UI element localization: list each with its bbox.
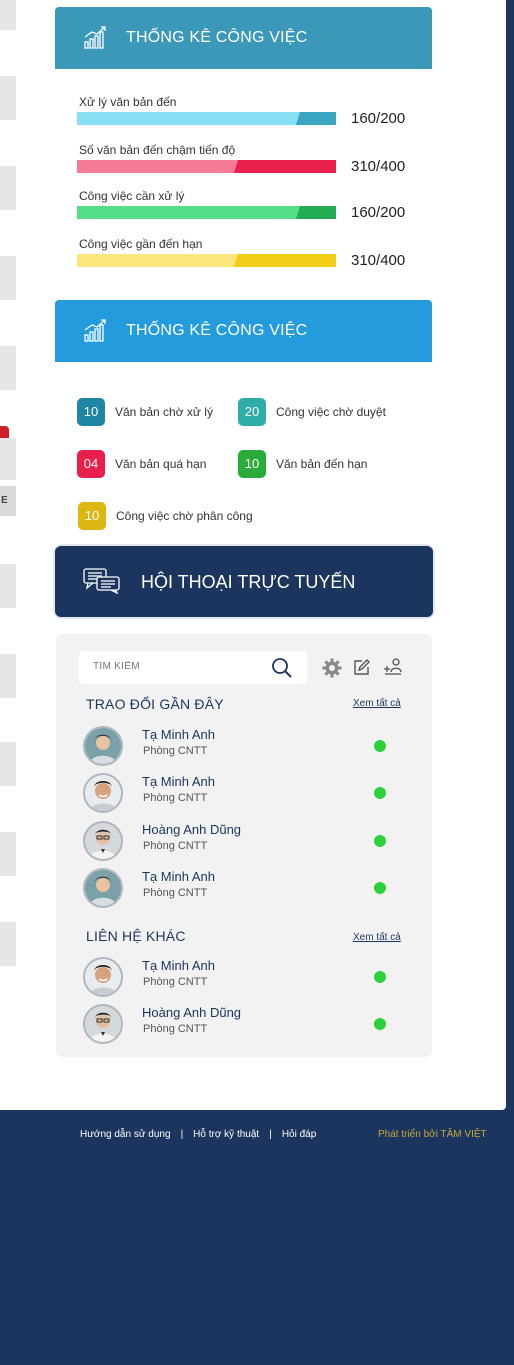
stats-card-title: THỐNG KÊ CÔNG VIỆC: [126, 29, 308, 46]
contact-item[interactable]: Hoàng Anh Dũng Phòng CNTT: [83, 1004, 403, 1044]
stat-value: 160/200: [351, 110, 406, 127]
contact-item[interactable]: Tạ Minh Anh Phòng CNTT: [83, 773, 403, 813]
contact-name: Hoàng Anh Dũng: [142, 822, 242, 837]
count-badge: 10: [78, 502, 106, 530]
sidebar-edge-item[interactable]: [0, 564, 16, 608]
stat-label: Xử lý văn bản đến: [79, 95, 177, 109]
contact-department: Phòng CNTT: [143, 745, 208, 757]
online-status-dot: [374, 740, 386, 752]
avatar: [83, 957, 123, 997]
footer-link-support[interactable]: Hỗ trợ kỹ thuật: [193, 1129, 259, 1140]
sidebar-edge-item[interactable]: [0, 654, 16, 698]
counts-card-header: THỐNG KÊ CÔNG VIỆC: [55, 300, 432, 362]
contact-item[interactable]: Tạ Minh Anh Phòng CNTT: [83, 726, 403, 766]
contact-department: Phòng CNTT: [143, 887, 208, 899]
count-label: Văn bản quá hạn: [115, 457, 207, 471]
footer-link-faq[interactable]: Hỏi đáp: [282, 1129, 316, 1140]
count-label: Công việc chờ duyệt: [276, 405, 386, 419]
sidebar-edge-item[interactable]: [0, 76, 16, 120]
footer-credit: Phát triển bởi TÂM VIỆT: [378, 1129, 487, 1140]
sidebar-edge-item[interactable]: [0, 256, 16, 300]
avatar: [83, 868, 123, 908]
online-status-dot: [374, 835, 386, 847]
contact-name: Tạ Minh Anh: [142, 774, 215, 789]
contact-name: Tạ Minh Anh: [142, 958, 215, 973]
stat-label: Công việc gần đến hạn: [79, 237, 203, 251]
count-badge: 10: [77, 398, 105, 426]
avatar: [83, 726, 123, 766]
footer-separator: |: [269, 1129, 272, 1140]
contact-name: Hoàng Anh Dũng: [142, 1005, 242, 1020]
progress-bar: [77, 206, 336, 219]
footer-link-guide[interactable]: Hướng dẫn sử dụng: [80, 1129, 171, 1140]
online-status-dot: [374, 787, 386, 799]
sidebar-edge-item[interactable]: [0, 922, 16, 966]
online-status-dot: [374, 971, 386, 983]
chart-growth-icon: [84, 319, 106, 342]
count-label: Văn bản chờ xử lý: [115, 405, 213, 419]
avatar: [83, 773, 123, 813]
recent-section-title: TRAO ĐỔI GẦN ĐÂY: [86, 696, 224, 712]
stat-label: Công việc cần xử lý: [79, 189, 185, 203]
contact-item[interactable]: Hoàng Anh Dũng Phòng CNTT: [83, 821, 403, 861]
footer-links: Hướng dẫn sử dụng | Hỗ trợ kỹ thuật | Hỏi đá…: [80, 1129, 316, 1140]
sidebar-edge-item[interactable]: [0, 166, 16, 210]
stat-value: 160/200: [351, 204, 406, 221]
contact-department: Phòng CNTT: [143, 1023, 208, 1035]
contact-department: Phòng CNTT: [143, 840, 208, 852]
contact-name: Tạ Minh Anh: [142, 869, 215, 884]
stat-value: 310/400: [351, 158, 406, 175]
see-all-recent-link[interactable]: Xem tất cả: [353, 698, 401, 709]
gear-icon[interactable]: [322, 658, 342, 678]
footer-separator: |: [180, 1129, 184, 1140]
contact-department: Phòng CNTT: [143, 976, 208, 988]
search-icon[interactable]: [271, 657, 293, 679]
chart-growth-icon: [84, 26, 106, 49]
sidebar-edge-item[interactable]: [0, 742, 16, 786]
sidebar-edge-item[interactable]: [0, 832, 16, 876]
counts-card-title: THỐNG KÊ CÔNG VIỆC: [126, 322, 308, 339]
add-contact-icon[interactable]: [383, 657, 403, 677]
online-status-dot: [374, 1018, 386, 1030]
others-section-title: LIÊN HỆ KHÁC: [86, 928, 186, 944]
sidebar-edge-item[interactable]: [0, 346, 16, 390]
chat-title: HỘI THOẠI TRỰC TUYẾN: [141, 572, 356, 592]
stat-label: Số văn bản đến chậm tiến độ: [79, 143, 236, 157]
edit-icon[interactable]: [353, 658, 371, 676]
count-label: Văn bản đến hạn: [276, 457, 368, 471]
count-badge: 04: [77, 450, 105, 478]
count-badge: 10: [238, 450, 266, 478]
contact-item[interactable]: Tạ Minh Anh Phòng CNTT: [83, 868, 403, 908]
progress-bar: [77, 112, 336, 125]
sidebar-edge-item[interactable]: [0, 0, 16, 30]
see-all-others-link[interactable]: Xem tất cả: [353, 932, 401, 943]
chat-header: HỘI THOẠI TRỰC TUYẾN: [55, 546, 433, 617]
contact-name: Tạ Minh Anh: [142, 727, 215, 742]
search-input[interactable]: [93, 661, 263, 672]
stat-value: 310/400: [351, 252, 406, 269]
count-badge: 20: [238, 398, 266, 426]
stats-card-header: THỐNG KÊ CÔNG VIỆC: [55, 7, 432, 69]
sidebar-edge-item[interactable]: [0, 438, 16, 480]
progress-bar: [77, 160, 336, 173]
contact-department: Phòng CNTT: [143, 792, 208, 804]
progress-bar: [77, 254, 336, 267]
online-status-dot: [374, 882, 386, 894]
search-box: [79, 651, 307, 684]
count-label: Công việc chờ phân công: [116, 509, 253, 523]
chat-bubbles-icon: [83, 568, 120, 594]
avatar: [83, 1004, 123, 1044]
avatar: [83, 821, 123, 861]
contact-item[interactable]: Tạ Minh Anh Phòng CNTT: [83, 957, 403, 997]
sidebar-edge-letter[interactable]: E: [0, 486, 16, 516]
